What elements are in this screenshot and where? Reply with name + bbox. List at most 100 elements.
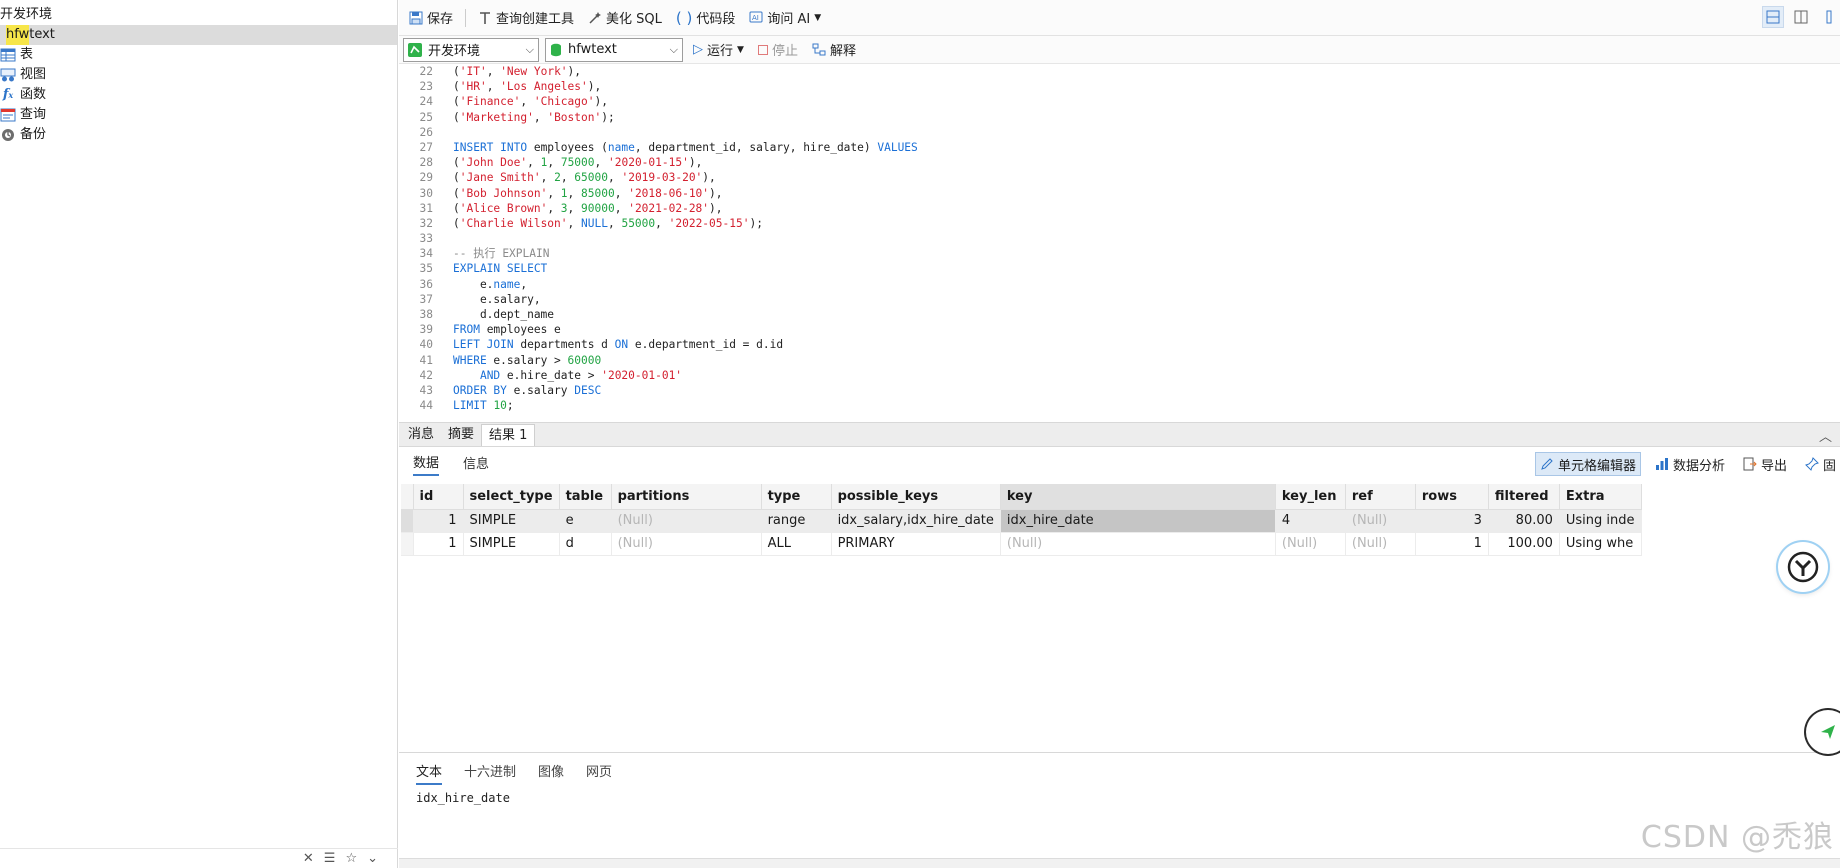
table-cell[interactable]: Using inde <box>1559 509 1642 533</box>
save-button[interactable]: 保存 <box>405 6 457 29</box>
table-cell[interactable]: 1 <box>413 509 464 533</box>
table-cell[interactable]: (Null) <box>1345 532 1416 556</box>
chevron-down-icon[interactable]: ⌄ <box>367 851 378 866</box>
code-line[interactable]: AND e.hire_date > '2020-01-01' <box>453 368 1840 383</box>
tab-result-1[interactable]: 结果 1 <box>481 424 536 446</box>
table-cell[interactable]: (Null) <box>1000 532 1276 556</box>
code-line[interactable]: ORDER BY e.salary DESC <box>453 383 1840 398</box>
cell-editor-button[interactable]: 单元格编辑器 <box>1534 452 1641 476</box>
table-cell[interactable]: ALL <box>761 532 832 556</box>
code-line[interactable]: ('Marketing', 'Boston'); <box>453 110 1840 125</box>
data-analysis-button[interactable]: 数据分析 <box>1651 453 1729 476</box>
table-cell[interactable]: 4 <box>1275 509 1346 533</box>
code-line[interactable]: ('IT', 'New York'), <box>453 64 1840 79</box>
tree-item-views[interactable]: 视图 <box>0 65 397 85</box>
code-line[interactable]: e.salary, <box>453 292 1840 307</box>
beautify-sql-button[interactable]: 美化 SQL <box>584 6 666 29</box>
panel-toggle-button[interactable] <box>1818 6 1840 28</box>
export-button[interactable]: 导出 <box>1739 453 1791 476</box>
table-cell[interactable]: range <box>761 509 832 533</box>
assistant-button[interactable] <box>1778 542 1828 592</box>
connection-select[interactable]: 开发环境 ⌵ <box>403 37 539 62</box>
table-cell[interactable]: SIMPLE <box>463 509 560 533</box>
ask-ai-button[interactable]: AI 询问 AI ▼ <box>745 6 825 29</box>
column-header[interactable]: table <box>559 484 612 510</box>
tab-image[interactable]: 图像 <box>538 761 564 785</box>
table-cell[interactable]: 1 <box>413 532 464 556</box>
collapse-icon[interactable]: ︿ <box>1819 426 1832 445</box>
result-grid[interactable]: id select_type table partitions type pos… <box>401 484 1642 556</box>
column-header[interactable]: key_len <box>1275 484 1346 510</box>
column-header[interactable]: key <box>1000 484 1276 510</box>
table-cell[interactable]: (Null) <box>1345 509 1416 533</box>
star-icon[interactable]: ☆ <box>345 851 357 866</box>
code-line[interactable]: ('Finance', 'Chicago'), <box>453 94 1840 109</box>
table-cell[interactable]: SIMPLE <box>463 532 560 556</box>
code-line[interactable]: LIMIT 10; <box>453 398 1840 413</box>
row-marker[interactable] <box>401 509 414 533</box>
secondary-assistant-button[interactable] <box>1806 710 1840 754</box>
tree-database-item[interactable]: hfw text <box>0 25 397 45</box>
column-header[interactable]: Extra <box>1559 484 1642 510</box>
tree-item-functions[interactable]: fx 函数 <box>0 85 397 105</box>
table-cell[interactable]: (Null) <box>1275 532 1346 556</box>
pin-button[interactable]: 固 <box>1801 453 1840 476</box>
code-line[interactable] <box>453 125 1840 140</box>
split-vertical-button[interactable] <box>1790 6 1812 28</box>
code-line[interactable] <box>453 231 1840 246</box>
close-icon[interactable]: ✕ <box>303 851 314 866</box>
table-row[interactable]: 1 SIMPLE d (Null) ALL PRIMARY (Null) (Nu… <box>401 532 1642 556</box>
explain-button[interactable]: 解释 <box>808 38 860 61</box>
split-horizontal-button[interactable] <box>1762 6 1784 28</box>
snippet-button[interactable]: ( ) 代码段 <box>672 6 740 29</box>
tab-web[interactable]: 网页 <box>586 761 612 785</box>
column-header[interactable]: type <box>761 484 832 510</box>
column-header[interactable]: select_type <box>463 484 560 510</box>
list-icon[interactable]: ☰ <box>324 851 336 866</box>
table-cell[interactable]: d <box>559 532 612 556</box>
tree-connection-item[interactable]: 开发环境 <box>0 5 397 25</box>
code-line[interactable]: ('Alice Brown', 3, 90000, '2021-02-28'), <box>453 201 1840 216</box>
code-line[interactable]: e.name, <box>453 277 1840 292</box>
tab-info[interactable]: 信息 <box>463 453 489 475</box>
code-line[interactable]: EXPLAIN SELECT <box>453 261 1840 276</box>
code-line[interactable]: ('Bob Johnson', 1, 85000, '2018-06-10'), <box>453 186 1840 201</box>
tab-hex[interactable]: 十六进制 <box>464 761 516 785</box>
cell-value-text[interactable]: idx_hire_date <box>416 791 510 805</box>
code-line[interactable]: FROM employees e <box>453 322 1840 337</box>
stop-button[interactable]: 停止 <box>754 38 802 61</box>
table-cell[interactable]: 80.00 <box>1488 509 1560 533</box>
selected-cell[interactable]: idx_hire_date <box>1000 509 1276 533</box>
tab-data[interactable]: 数据 <box>413 452 440 476</box>
code-line[interactable]: ('HR', 'Los Angeles'), <box>453 79 1840 94</box>
query-builder-button[interactable]: 查询创建工具 <box>474 6 578 29</box>
code-line[interactable]: ('Jane Smith', 2, 65000, '2019-03-20'), <box>453 170 1840 185</box>
code-line[interactable]: INSERT INTO employees (name, department_… <box>453 140 1840 155</box>
tab-messages[interactable]: 消息 <box>401 424 441 446</box>
column-header[interactable]: possible_keys <box>831 484 1001 510</box>
table-cell[interactable]: Using whe <box>1559 532 1642 556</box>
code-line[interactable]: -- 执行 EXPLAIN <box>453 246 1840 261</box>
column-header[interactable]: partitions <box>611 484 762 510</box>
database-select[interactable]: hfwtext ⌵ <box>545 37 683 62</box>
code-line[interactable]: WHERE e.salary > 60000 <box>453 353 1840 368</box>
code-line[interactable]: LEFT JOIN departments d ON e.department_… <box>453 337 1840 352</box>
table-cell[interactable]: 3 <box>1415 509 1489 533</box>
tab-text[interactable]: 文本 <box>416 761 443 785</box>
table-cell[interactable]: e <box>559 509 612 533</box>
table-cell[interactable]: (Null) <box>611 532 762 556</box>
run-button[interactable]: ▷ 运行 ▼ <box>689 38 748 61</box>
code-area[interactable]: ('IT', 'New York'), ('HR', 'Los Angeles')… <box>453 64 1840 413</box>
tree-item-backups[interactable]: 备份 <box>0 125 397 145</box>
column-header[interactable]: ref <box>1345 484 1416 510</box>
table-cell[interactable]: PRIMARY <box>831 532 1001 556</box>
column-header[interactable]: id <box>413 484 464 510</box>
table-cell[interactable]: 1 <box>1415 532 1489 556</box>
table-cell[interactable]: (Null) <box>611 509 762 533</box>
code-line[interactable]: ('Charlie Wilson', NULL, 55000, '2022-05… <box>453 216 1840 231</box>
tree-item-tables[interactable]: 表 <box>0 45 397 65</box>
row-marker[interactable] <box>401 532 414 556</box>
code-line[interactable]: d.dept_name <box>453 307 1840 322</box>
code-line[interactable]: ('John Doe', 1, 75000, '2020-01-15'), <box>453 155 1840 170</box>
tab-summary[interactable]: 摘要 <box>441 424 481 446</box>
